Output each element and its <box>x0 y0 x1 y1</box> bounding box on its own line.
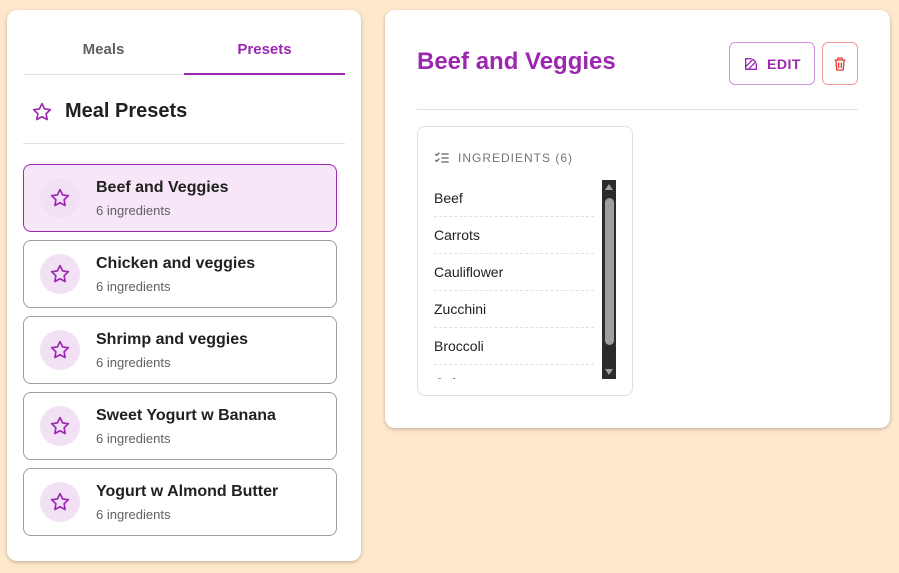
edit-icon <box>745 57 758 70</box>
ingredient-item: Cauliflower <box>434 254 594 291</box>
tab-meals[interactable]: Meals <box>23 30 184 74</box>
ingredients-list: Beef Carrots Cauliflower Zucchini Brocco… <box>434 180 594 379</box>
preset-count: 6 ingredients <box>96 278 171 294</box>
preset-name: Beef and Veggies <box>96 178 229 196</box>
star-outline-icon <box>50 264 70 283</box>
edit-button[interactable]: EDIT <box>729 42 815 85</box>
preset-item-chicken-and-veggies[interactable]: Chicken and veggies 6 ingredients <box>23 240 337 308</box>
tab-label: Presets <box>237 40 292 58</box>
ingredients-header-label: INGREDIENTS (6) <box>458 151 574 165</box>
presets-title: Meal Presets <box>65 100 188 122</box>
ingredients-header: INGREDIENTS (6) <box>434 151 573 165</box>
edit-button-label: EDIT <box>767 55 801 72</box>
presets-panel: Meals Presets Meal Presets Beef and Vegg… <box>7 10 361 561</box>
preset-item-yogurt-w-almond-butter[interactable]: Yogurt w Almond Butter 6 ingredients <box>23 468 337 536</box>
preset-avatar <box>40 482 80 522</box>
preset-item-sweet-yogurt-w-banana[interactable]: Sweet Yogurt w Banana 6 ingredients <box>23 392 337 460</box>
star-outline-icon <box>50 188 70 207</box>
preset-detail-panel: Beef and Veggies EDIT INGREDIENTS (6) Be… <box>385 10 890 428</box>
scroll-down-arrow-icon[interactable] <box>605 369 613 375</box>
preset-name: Sweet Yogurt w Banana <box>96 406 276 424</box>
ingredient-item: Broccoli <box>434 328 594 365</box>
tab-presets[interactable]: Presets <box>184 30 345 75</box>
checklist-icon <box>434 152 449 163</box>
preset-count: 6 ingredients <box>96 430 171 446</box>
ingredient-item: Beef <box>434 180 594 217</box>
preset-item-shrimp-and-veggies[interactable]: Shrimp and veggies 6 ingredients <box>23 316 337 384</box>
star-outline-icon <box>32 102 52 120</box>
preset-avatar <box>40 330 80 370</box>
scroll-up-arrow-icon[interactable] <box>605 184 613 190</box>
delete-button[interactable] <box>822 42 858 85</box>
preset-avatar <box>40 178 80 218</box>
preset-name: Chicken and veggies <box>96 254 256 272</box>
preset-item-beef-and-veggies[interactable]: Beef and Veggies 6 ingredients <box>23 164 337 232</box>
preset-name: Yogurt w Almond Butter <box>96 482 279 500</box>
detail-title: Beef and Veggies <box>417 48 616 75</box>
trash-icon <box>834 56 846 71</box>
ingredient-item: Zucchini <box>434 291 594 328</box>
star-outline-icon <box>50 340 70 359</box>
tab-bar: Meals Presets <box>23 30 345 75</box>
preset-count: 6 ingredients <box>96 506 171 522</box>
ingredients-scrollbar[interactable] <box>602 180 616 379</box>
preset-count: 6 ingredients <box>96 354 171 370</box>
star-outline-icon <box>50 416 70 435</box>
scrollbar-thumb[interactable] <box>605 198 614 345</box>
ingredient-item: Onion <box>434 365 594 379</box>
preset-name: Shrimp and veggies <box>96 330 249 348</box>
presets-header: Meal Presets <box>23 80 345 144</box>
preset-avatar <box>40 254 80 294</box>
ingredients-scroll-area: Beef Carrots Cauliflower Zucchini Brocco… <box>434 180 616 379</box>
star-outline-icon <box>50 492 70 511</box>
ingredients-card: INGREDIENTS (6) Beef Carrots Cauliflower… <box>417 126 633 396</box>
divider <box>417 109 858 110</box>
preset-list: Beef and Veggies 6 ingredients Chicken a… <box>23 164 337 544</box>
tab-label: Meals <box>82 40 125 58</box>
preset-count: 6 ingredients <box>96 202 171 218</box>
preset-avatar <box>40 406 80 446</box>
ingredient-item: Carrots <box>434 217 594 254</box>
